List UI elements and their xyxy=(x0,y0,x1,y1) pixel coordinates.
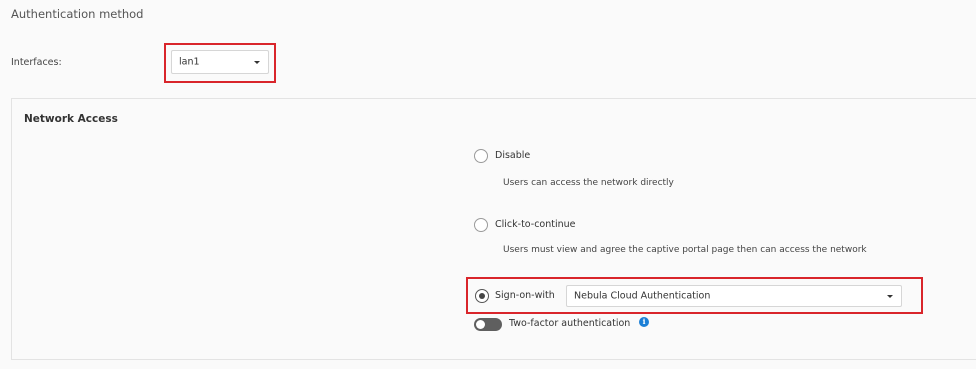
two-factor-toggle[interactable] xyxy=(474,318,502,331)
divider xyxy=(11,359,976,360)
click-to-continue-label[interactable]: Click-to-continue xyxy=(495,219,576,230)
sign-on-provider-value: Nebula Cloud Authentication xyxy=(574,290,711,302)
chevron-down-icon xyxy=(887,295,893,298)
click-to-continue-radio[interactable] xyxy=(474,218,488,232)
disable-label[interactable]: Disable xyxy=(495,150,530,161)
click-to-continue-description: Users must view and agree the captive po… xyxy=(503,245,867,255)
disable-description: Users can access the network directly xyxy=(503,178,674,188)
interfaces-select-value: lan1 xyxy=(179,56,200,68)
interfaces-label: Interfaces: xyxy=(11,57,62,68)
sign-on-provider-select[interactable]: Nebula Cloud Authentication xyxy=(566,285,902,307)
info-icon[interactable]: i xyxy=(639,317,649,327)
interfaces-select[interactable]: lan1 xyxy=(171,50,269,74)
section-title: Authentication method xyxy=(11,7,144,21)
disable-radio[interactable] xyxy=(474,149,488,163)
network-access-title: Network Access xyxy=(24,113,118,125)
two-factor-label: Two-factor authentication xyxy=(509,318,631,329)
chevron-down-icon xyxy=(254,61,260,64)
sign-on-with-label[interactable]: Sign-on-with xyxy=(495,290,555,301)
sign-on-with-radio[interactable] xyxy=(475,289,489,303)
